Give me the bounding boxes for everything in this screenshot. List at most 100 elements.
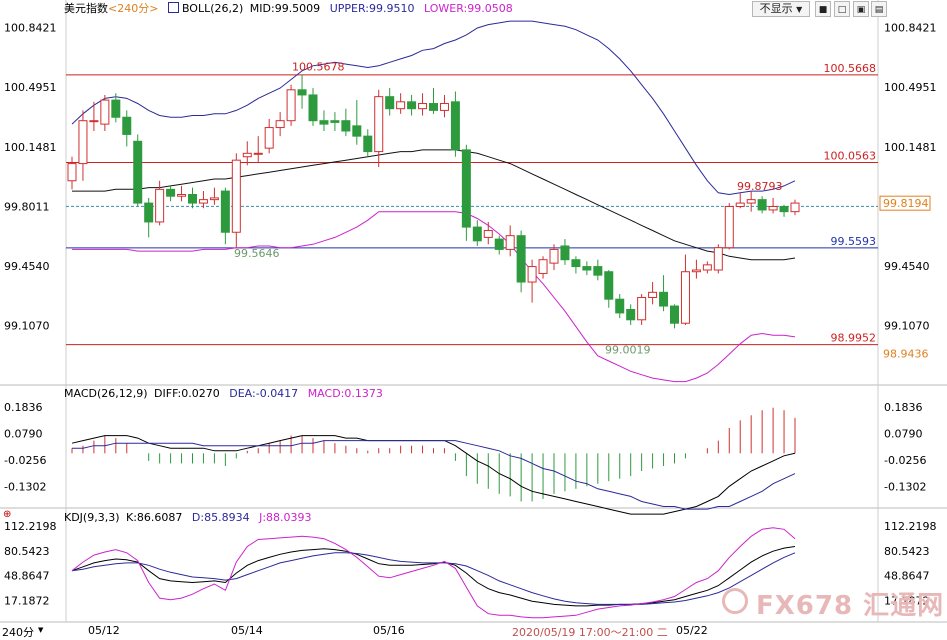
candle-body[interactable] <box>220 190 230 233</box>
macd-tick-right: 0.1836 <box>884 401 923 414</box>
time-label-1: 05/12 <box>88 624 120 637</box>
candle-body[interactable] <box>790 202 800 213</box>
price-tick-left: 99.8011 <box>4 200 50 213</box>
chevron-down-icon[interactable]: ▼ <box>38 626 43 634</box>
candle-body[interactable] <box>407 101 417 110</box>
candle-body[interactable] <box>209 197 219 201</box>
candle-body[interactable] <box>297 89 307 96</box>
candle-body[interactable] <box>648 291 658 298</box>
kdj-tick-left: 112.2198 <box>4 520 57 533</box>
candle-body[interactable] <box>505 235 515 250</box>
candle-body[interactable] <box>461 149 471 228</box>
candle-body[interactable] <box>746 199 756 204</box>
indicator-toggle-icon[interactable] <box>167 2 179 13</box>
candle-body[interactable] <box>724 206 734 249</box>
candle-body[interactable] <box>680 271 690 324</box>
candle-body[interactable] <box>626 308 636 321</box>
candle-body[interactable] <box>308 94 318 122</box>
candle-body[interactable] <box>89 120 99 123</box>
candle-body[interactable] <box>242 152 252 158</box>
candle-body[interactable] <box>439 103 449 111</box>
candle-body[interactable] <box>286 89 296 122</box>
boll-mid: MID:99.5009 <box>249 2 321 15</box>
period-selector[interactable]: 240分 <box>2 624 34 640</box>
kdj-j-line <box>71 527 796 619</box>
candle-body[interactable] <box>582 266 592 271</box>
candle-body[interactable] <box>768 206 778 211</box>
candle-body[interactable] <box>472 226 482 242</box>
candle-body[interactable] <box>593 266 603 276</box>
candle-body[interactable] <box>100 99 110 125</box>
candle-body[interactable] <box>418 103 428 110</box>
candle-body[interactable] <box>702 264 712 271</box>
candle-body[interactable] <box>363 135 373 153</box>
candle-body[interactable] <box>735 202 745 208</box>
candle-body[interactable] <box>155 188 165 223</box>
candle-body[interactable] <box>516 235 526 283</box>
candle-body[interactable] <box>483 230 493 238</box>
candle-body[interactable] <box>549 248 559 264</box>
crosshair-icon[interactable]: ⊕ <box>3 510 12 520</box>
watermark: FX678 汇通网 <box>756 591 945 621</box>
candle-body[interactable] <box>198 199 208 204</box>
candle-body[interactable] <box>319 120 329 125</box>
candle-body[interactable] <box>111 99 121 118</box>
display-dropdown[interactable]: 不显示 ▼ <box>752 1 810 17</box>
macd-value: MACD:0.1373 <box>307 387 383 400</box>
period-label[interactable]: <240分> <box>108 2 158 15</box>
candle-body[interactable] <box>396 101 406 110</box>
layout-button-b[interactable]: □ <box>834 1 850 17</box>
level-line-100-5668-label: 100.5668 <box>824 62 877 75</box>
candle-body[interactable] <box>691 269 701 273</box>
kdj-title: KDJ(9,3,3) <box>64 511 120 524</box>
time-label-3: 05/16 <box>373 624 405 637</box>
layout-button-d[interactable]: ▤ <box>871 1 887 17</box>
candle-body[interactable] <box>352 125 362 137</box>
candle-body[interactable] <box>779 206 789 213</box>
candle-body[interactable] <box>560 245 570 261</box>
candle-body[interactable] <box>122 116 132 135</box>
level-line-99-5593-label: 99.5593 <box>831 235 877 248</box>
layout-button-c[interactable]: ▣ <box>853 1 869 17</box>
candle-body[interactable] <box>757 199 767 211</box>
price-tick-left: 99.1070 <box>4 319 50 332</box>
candle-body[interactable] <box>659 291 669 307</box>
candle-body[interactable] <box>330 120 340 123</box>
macd-header: MACD(26,12,9) DIFF:0.0270 DEA:-0.0417 MA… <box>64 387 389 401</box>
kdj-d: D:85.8934 <box>191 511 250 524</box>
candle-body[interactable] <box>78 120 88 165</box>
chart-canvas[interactable]: 100.8421 100.8421 100.4951 100.4951 100.1481… <box>0 0 947 639</box>
candle-body[interactable] <box>450 101 460 151</box>
kdj-k-line <box>71 546 796 607</box>
macd-tick-left: -0.1302 <box>4 480 46 493</box>
candle-body[interactable] <box>67 163 77 182</box>
layout-button-a[interactable]: ■ <box>815 1 831 17</box>
candle-body[interactable] <box>604 271 614 300</box>
price-tick-right: 100.8421 <box>884 22 937 35</box>
low-annotation-2: 99.0019 <box>605 343 651 356</box>
macd-title: MACD(26,12,9) <box>64 387 148 400</box>
candle-body[interactable] <box>527 266 537 283</box>
candle-body[interactable] <box>615 298 625 314</box>
candle-body[interactable] <box>494 238 504 250</box>
candle-body[interactable] <box>571 259 581 268</box>
candle-body[interactable] <box>341 120 351 132</box>
candle-body[interactable] <box>188 193 197 204</box>
candle-body[interactable] <box>231 159 241 233</box>
candle-body[interactable] <box>264 127 274 149</box>
candle-body[interactable] <box>253 152 263 155</box>
candle-body[interactable] <box>713 247 723 271</box>
candle-body[interactable] <box>637 296 647 321</box>
candle-body[interactable] <box>144 202 154 223</box>
candle-body[interactable] <box>177 193 187 197</box>
candle-body[interactable] <box>385 96 395 110</box>
candle-body[interactable] <box>275 120 285 129</box>
candle-body[interactable] <box>133 140 143 204</box>
candle-body[interactable] <box>429 103 438 111</box>
candle-body[interactable] <box>374 96 384 153</box>
candle-body[interactable] <box>538 259 548 274</box>
time-label-4: 05/22 <box>676 624 708 637</box>
candle-body[interactable] <box>166 188 176 197</box>
kdj-tick-left: 17.1872 <box>4 594 50 607</box>
candle-body[interactable] <box>670 305 679 324</box>
